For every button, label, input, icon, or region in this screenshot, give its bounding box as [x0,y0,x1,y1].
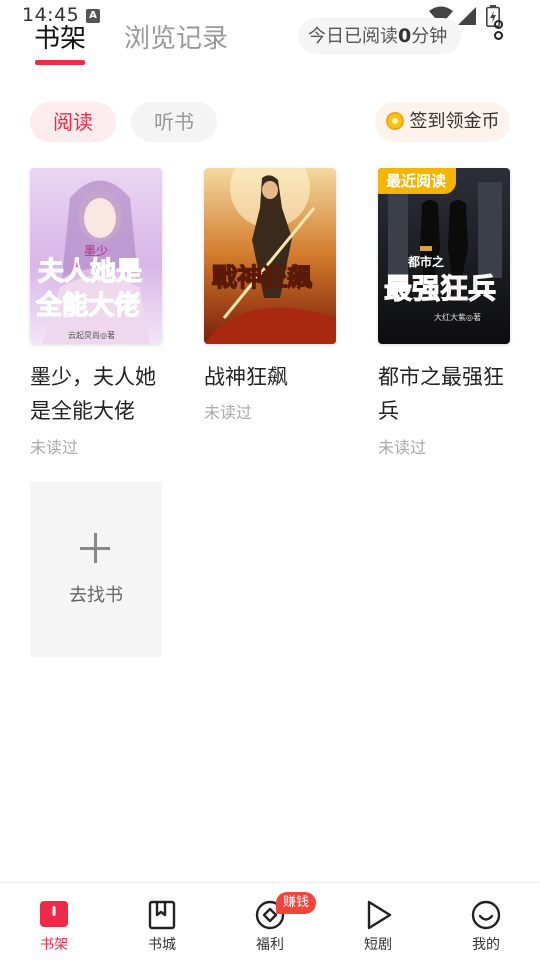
signin-coins-button[interactable]: 签到领金币 [375,102,510,142]
find-book-label: 去找书 [69,585,123,606]
book-read-status: 未读过 [30,438,79,457]
coin-icon [385,112,404,130]
nav-label: 我的 [472,937,500,953]
nav-label: 书城 [148,937,176,953]
book-cover[interactable]: 都市之 最强狂兵 大红大紫◎著 [378,168,510,344]
tab-bookshelf[interactable]: 书架 [34,18,86,55]
filter-listen-chip[interactable]: 听书 [131,102,217,142]
find-book-tile[interactable]: 去找书 [30,481,162,657]
signal-icon [458,7,476,25]
nav-label: 短剧 [364,937,392,953]
recently-read-badge: 最近阅读 [378,168,457,194]
book-read-status: 未读过 [204,403,253,422]
play-icon [367,900,392,930]
svg-text:全能大佬: 全能大佬 [35,290,140,321]
nav-item-shorts[interactable]: 短剧 [324,883,432,961]
book-cover[interactable]: 墨少 夫人她是 全能大佬 云起炅尚◎著 [30,168,162,344]
nav-label: 福利 [256,937,284,953]
bottom-navigation: 书架 书城 福利 短剧 我的 [0,882,540,961]
plus-icon [80,533,112,565]
nav-item-bookstore[interactable]: 书城 [108,883,216,961]
reading-time-suffix: 分钟 [411,26,448,47]
book-title[interactable]: 战神狂飙 [204,360,344,394]
signin-label: 签到领金币 [409,111,500,132]
cover-title-text: 最强狂兵 [384,272,496,305]
tab-browse-history[interactable]: 浏览记录 [124,18,228,55]
cover-small-text: 墨少 [84,244,108,258]
book-cover[interactable]: 戰神狂飆 [204,168,336,344]
svg-text:夫人她是: 夫人她是 [38,257,142,287]
earn-money-badge: 赚钱 [276,892,317,914]
nav-label: 书架 [40,937,68,953]
more-options-icon[interactable] [488,20,508,50]
active-tab-indicator [35,60,85,65]
reading-time-prefix: 今日已阅读 [308,26,398,47]
cover-author: 大红大紫◎著 [434,312,481,322]
bookstore-icon [148,900,176,930]
smile-icon [471,900,501,930]
book-read-status: 未读过 [378,438,427,457]
cover-title-text: 戰神狂飆 [212,263,312,292]
book-title[interactable]: 都市之最强狂兵 [378,360,518,428]
bookshelf-icon [40,901,68,927]
filter-read-chip[interactable]: 阅读 [30,102,116,142]
reading-time-value: 0 [398,25,412,47]
notification-icon: A [86,9,100,23]
book-title[interactable]: 墨少，夫人她是全能大佬 [30,360,170,428]
reading-time-pill[interactable]: 今日已阅读0分钟 [298,18,462,54]
cover-small-text: 都市之 [407,254,444,269]
cover-author: 云起炅尚◎著 [68,330,115,340]
nav-item-profile[interactable]: 我的 [432,883,540,961]
nav-item-bookshelf[interactable]: 书架 [0,883,108,961]
